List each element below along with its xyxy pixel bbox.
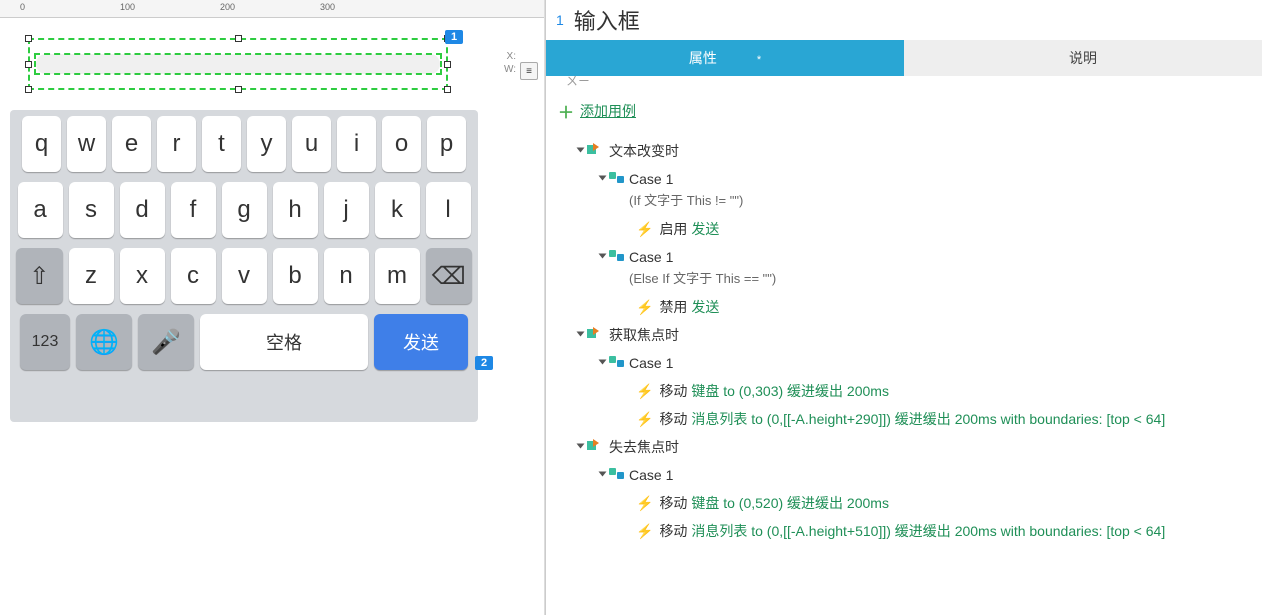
action-node[interactable]: ⚡ 移动 键盘 to (0,520) 缓进缓出 200ms [636,489,1250,517]
case-icon [609,356,625,368]
key-x[interactable]: x [120,248,165,304]
add-case-row[interactable]: ＋ 添加用例 [546,89,1262,133]
action-node[interactable]: ⚡ 移动 消息列表 to (0,[[-A.height+290]]) 缓进缓出 … [636,405,1250,433]
resize-handle[interactable] [25,61,32,68]
key-b[interactable]: b [273,248,318,304]
key-o[interactable]: o [382,116,421,172]
event-icon [587,439,603,453]
key-j[interactable]: j [324,182,369,238]
case-node[interactable]: Case 1 (Else If 文字于 This == "") [600,243,1250,293]
key-r[interactable]: r [157,116,196,172]
resize-handle[interactable] [235,86,242,93]
footnote-badge-1: 1 [445,30,463,44]
add-case-link[interactable]: 添加用例 [580,101,636,121]
key-a[interactable]: a [18,182,63,238]
action-node[interactable]: ⚡ 移动 键盘 to (0,303) 缓进缓出 200ms [636,377,1250,405]
shift-key[interactable]: ⇧ [16,248,63,304]
event-lost-focus[interactable]: 失去焦点时 [578,433,1250,461]
ios-keyboard-widget[interactable]: qwertyuiop asdfghjkl ⇧ zxcvbnm ⌫ 123 🌐 🎤… [10,110,478,422]
widget-name[interactable]: 输入框 [574,4,640,36]
globe-key-icon[interactable]: 🌐 [76,314,132,370]
key-t[interactable]: t [202,116,241,172]
resize-handle[interactable] [235,35,242,42]
truncated-above: ㄨㄧ [546,72,1262,89]
inspector-tabs: 属性* 说明 [546,40,1262,76]
key-n[interactable]: n [324,248,369,304]
event-text-change[interactable]: 文本改变时 [578,137,1250,165]
bolt-icon: ⚡ [636,408,653,430]
case-icon [609,250,625,262]
plus-icon: ＋ [558,99,574,123]
bolt-icon: ⚡ [636,296,653,318]
backspace-key[interactable]: ⌫ [426,248,473,304]
key-m[interactable]: m [375,248,420,304]
action-node[interactable]: ⚡ 移动 消息列表 to (0,[[-A.height+510]]) 缓进缓出 … [636,517,1250,545]
key-h[interactable]: h [273,182,318,238]
selected-widget-inputbox[interactable] [28,38,448,90]
key-g[interactable]: g [222,182,267,238]
key-s[interactable]: s [69,182,114,238]
send-key[interactable]: 发送 [374,314,468,370]
resize-handle[interactable] [25,86,32,93]
numbers-key[interactable]: 123 [20,314,70,370]
bolt-icon: ⚡ [636,492,653,514]
resize-handle[interactable] [444,61,451,68]
action-node[interactable]: ⚡ 启用 发送 [636,215,1250,243]
key-e[interactable]: e [112,116,151,172]
key-z[interactable]: z [69,248,114,304]
footnote-ref: 1 [556,12,564,28]
key-k[interactable]: k [375,182,420,238]
canvas-panel: 0 100 200 300 1 X: W: [0,0,545,615]
key-f[interactable]: f [171,182,216,238]
mic-key-icon[interactable]: 🎤 [138,314,194,370]
tab-notes[interactable]: 说明 [904,40,1262,76]
inspector-panel: 1 输入框 属性* 说明 ㄨㄧ ＋ 添加用例 文本改变时 Case 1 [545,0,1262,615]
case-node[interactable]: Case 1 [600,461,1250,489]
ruler-horizontal: 0 100 200 300 [0,0,544,18]
key-w[interactable]: w [67,116,106,172]
space-key[interactable]: 空格 [200,314,368,370]
key-l[interactable]: l [426,182,471,238]
key-d[interactable]: d [120,182,165,238]
case-icon [609,468,625,480]
case-node[interactable]: Case 1 [600,349,1250,377]
bolt-icon: ⚡ [636,380,653,402]
bolt-icon: ⚡ [636,520,653,542]
widget-title-row: 1 输入框 [546,0,1262,40]
notes-toggle-icon[interactable]: ≡ [520,62,538,80]
event-icon [587,143,603,157]
action-node[interactable]: ⚡ 禁用 发送 [636,293,1250,321]
key-u[interactable]: u [292,116,331,172]
tab-properties[interactable]: 属性* [546,40,904,76]
resize-handle[interactable] [444,86,451,93]
key-i[interactable]: i [337,116,376,172]
key-c[interactable]: c [171,248,216,304]
case-node[interactable]: Case 1 (If 文字于 This != "") [600,165,1250,215]
key-y[interactable]: y [247,116,286,172]
key-q[interactable]: q [22,116,61,172]
footnote-badge-2: 2 [475,356,493,370]
key-v[interactable]: v [222,248,267,304]
resize-handle[interactable] [25,35,32,42]
event-icon [587,327,603,341]
interactions-tree: 文本改变时 Case 1 (If 文字于 This != "") ⚡ 启用 发送 [546,133,1262,615]
event-got-focus[interactable]: 获取焦点时 [578,321,1250,349]
position-readout: X: W: [504,50,516,76]
bolt-icon: ⚡ [636,218,653,240]
case-icon [609,172,625,184]
key-p[interactable]: p [427,116,466,172]
